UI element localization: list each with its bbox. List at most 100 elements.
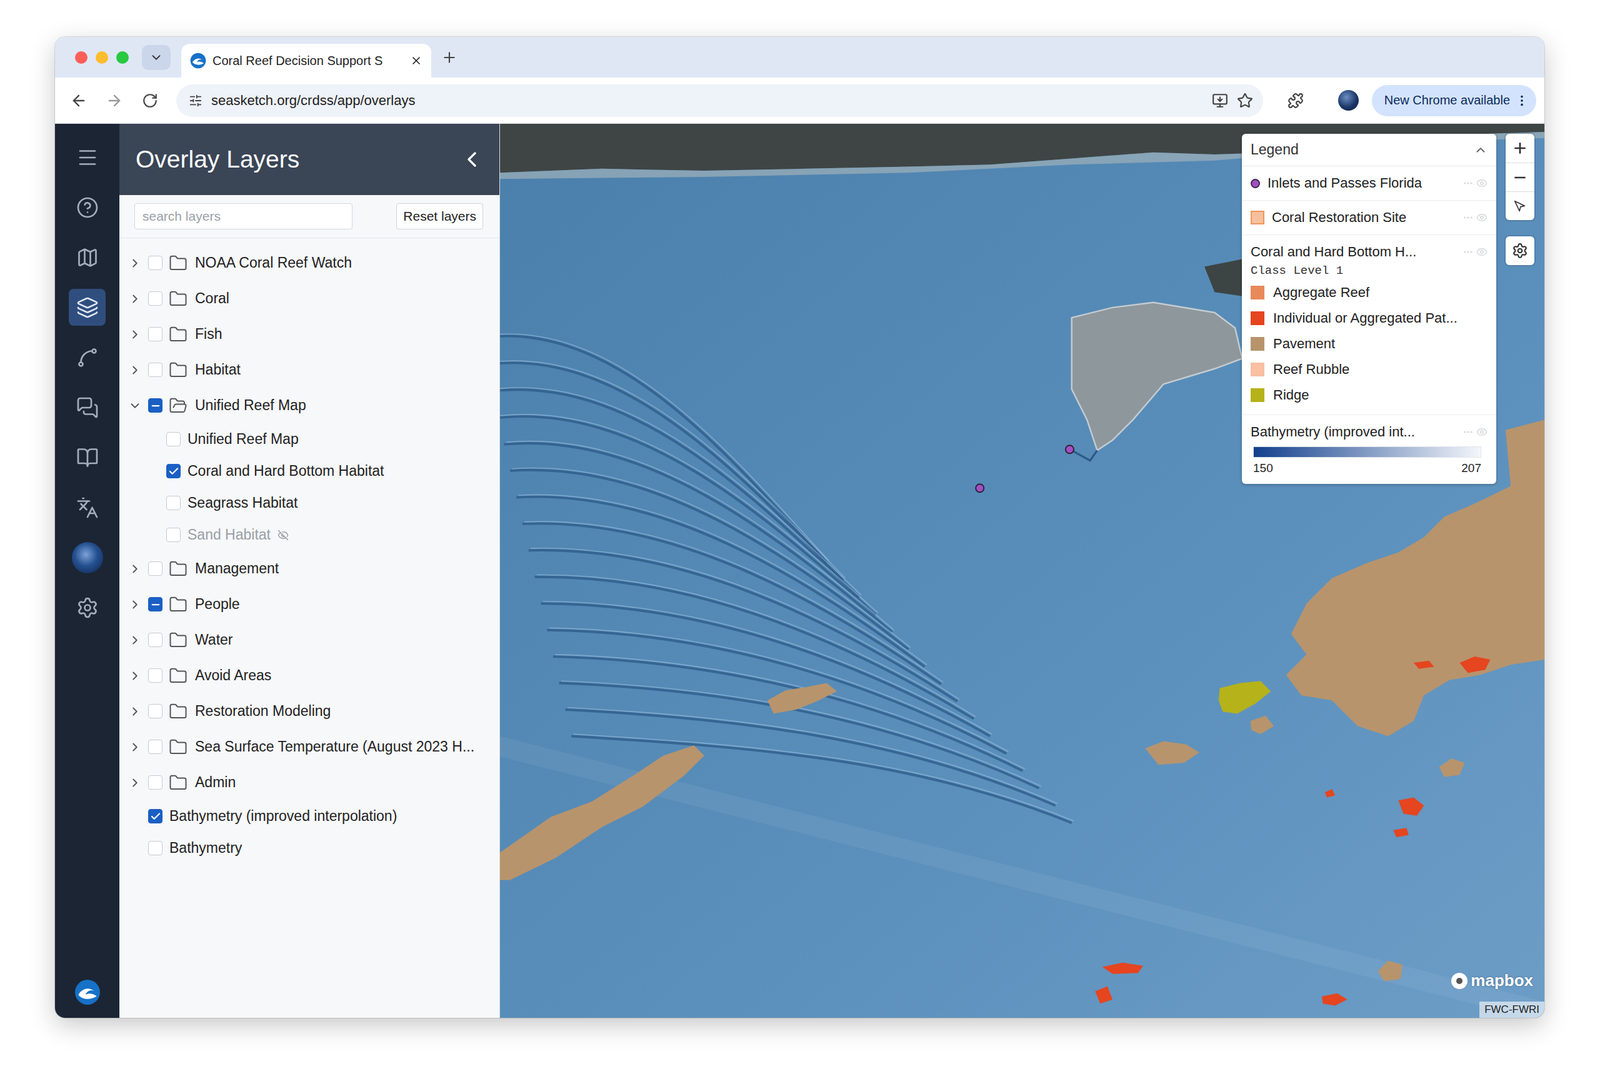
map-settings-button[interactable] <box>1505 236 1535 265</box>
folder-row[interactable]: Admin <box>119 764 500 800</box>
rail-item[interactable] <box>68 288 106 326</box>
more-icon[interactable] <box>1462 246 1474 258</box>
rail-item[interactable] <box>68 338 106 376</box>
reef-patch[interactable] <box>500 745 705 880</box>
rail-item[interactable] <box>68 238 106 276</box>
close-button[interactable] <box>75 51 88 64</box>
tab-search-button[interactable] <box>141 45 171 70</box>
layer-row[interactable]: Bathymetry (improved interpolation) <box>119 800 500 832</box>
more-icon[interactable] <box>1462 426 1474 438</box>
layer-checkbox[interactable] <box>148 291 163 306</box>
folder-row[interactable]: Sea Surface Temperature (August 2023 H..… <box>119 728 500 765</box>
rail-item[interactable] <box>68 488 106 526</box>
reef-patch[interactable] <box>1398 796 1424 815</box>
forward-button[interactable] <box>100 86 129 115</box>
inlet-point[interactable] <box>975 483 984 492</box>
layer-checkbox[interactable] <box>148 398 163 413</box>
new-tab-button[interactable] <box>441 49 458 66</box>
folder-row[interactable]: NOAA Coral Reef Watch <box>119 245 500 281</box>
expand-chevron-icon[interactable] <box>128 363 142 377</box>
expand-chevron-icon[interactable] <box>128 668 142 683</box>
close-tab-icon[interactable] <box>410 54 423 67</box>
reef-patch[interactable] <box>1393 827 1409 837</box>
back-button[interactable] <box>65 86 93 115</box>
layer-row[interactable]: Sand Habitat <box>119 518 500 551</box>
search-input[interactable] <box>134 203 353 230</box>
map-attribution[interactable]: FWC-FWRI <box>1479 1001 1545 1018</box>
reef-patch[interactable] <box>1321 993 1348 1006</box>
folder-row[interactable]: Fish <box>119 316 500 352</box>
folder-row[interactable]: Coral <box>119 280 500 317</box>
layer-checkbox[interactable] <box>148 596 163 612</box>
expand-chevron-icon[interactable] <box>128 256 142 270</box>
reef-patch[interactable] <box>1095 985 1113 1004</box>
expand-chevron-icon[interactable] <box>128 740 142 754</box>
reef-patch[interactable] <box>1325 788 1335 797</box>
more-icon[interactable] <box>1462 211 1474 224</box>
expand-chevron-icon[interactable] <box>128 398 142 413</box>
reef-patch[interactable] <box>1102 962 1144 974</box>
expand-chevron-icon[interactable] <box>128 775 142 790</box>
expand-chevron-icon[interactable] <box>128 561 142 576</box>
visibility-eye-icon[interactable] <box>1476 177 1488 189</box>
zoom-button[interactable] <box>116 51 129 64</box>
reload-button[interactable] <box>136 86 164 115</box>
layer-row[interactable]: Coral and Hard Bottom Habitat <box>119 455 500 487</box>
rail-item[interactable] <box>68 538 106 576</box>
layer-row[interactable]: Unified Reef Map <box>119 423 500 455</box>
extensions-button[interactable] <box>1281 86 1310 115</box>
browser-tab[interactable]: Coral Reef Decision Support S <box>181 43 432 78</box>
update-button[interactable]: New Chrome available <box>1371 85 1537 117</box>
layer-checkbox[interactable] <box>148 840 163 855</box>
rail-item[interactable] <box>68 438 106 476</box>
expand-chevron-icon[interactable] <box>128 291 142 306</box>
layer-checkbox[interactable] <box>166 463 181 479</box>
folder-row[interactable]: Unified Reef Map <box>119 387 500 424</box>
folder-row[interactable]: Avoid Areas <box>119 657 500 694</box>
layer-checkbox[interactable] <box>166 527 181 542</box>
visibility-eye-icon[interactable] <box>1476 426 1488 438</box>
layer-checkbox[interactable] <box>166 431 181 447</box>
reset-layers-button[interactable]: Reset layers <box>396 203 484 230</box>
layer-checkbox[interactable] <box>148 668 163 683</box>
minimize-button[interactable] <box>95 51 109 64</box>
reef-patch[interactable] <box>1413 660 1435 669</box>
layer-checkbox[interactable] <box>166 495 181 510</box>
layer-checkbox[interactable] <box>148 739 163 754</box>
folder-row[interactable]: People <box>119 586 500 622</box>
site-info-icon[interactable] <box>188 93 203 108</box>
layer-checkbox[interactable] <box>148 808 163 824</box>
expand-chevron-icon[interactable] <box>128 633 142 647</box>
legend-header[interactable]: Legend <box>1241 133 1497 167</box>
layer-checkbox[interactable] <box>148 775 163 790</box>
rail-item[interactable] <box>68 588 106 626</box>
visibility-eye-icon[interactable] <box>1476 246 1488 258</box>
layer-checkbox[interactable] <box>148 326 163 342</box>
reef-patch[interactable] <box>767 683 837 714</box>
collapse-panel-icon[interactable] <box>459 146 485 172</box>
compass-button[interactable] <box>1505 191 1535 220</box>
folder-row[interactable]: Water <box>119 621 500 658</box>
layer-row[interactable]: Seagrass Habitat <box>119 486 500 519</box>
folder-row[interactable]: Habitat <box>119 351 500 388</box>
omnibox[interactable]: seasketch.org/crdss/app/overlays <box>176 84 1264 117</box>
layer-checkbox[interactable] <box>148 561 163 576</box>
visibility-eye-icon[interactable] <box>1476 211 1488 224</box>
layer-checkbox[interactable] <box>148 362 163 377</box>
expand-chevron-icon[interactable] <box>128 704 142 719</box>
rail-item[interactable] <box>68 388 106 426</box>
more-icon[interactable] <box>1462 177 1474 189</box>
rail-item[interactable] <box>68 138 106 176</box>
zoom-in-button[interactable] <box>1505 133 1535 163</box>
app-logo[interactable] <box>74 978 101 1005</box>
inlet-point[interactable] <box>1065 445 1074 454</box>
layer-checkbox[interactable] <box>148 255 163 270</box>
reef-patch[interactable] <box>1378 960 1403 982</box>
mapbox-logo[interactable]: mapbox <box>1451 970 1534 990</box>
expand-chevron-icon[interactable] <box>128 327 142 342</box>
profile-avatar[interactable] <box>1338 90 1359 111</box>
bookmark-star-icon[interactable] <box>1236 92 1254 109</box>
folder-row[interactable]: Restoration Modeling <box>119 693 500 729</box>
reef-patch[interactable] <box>1250 715 1275 734</box>
map[interactable]: LegendInlets and Passes FloridaCoral Res… <box>500 123 1545 1018</box>
